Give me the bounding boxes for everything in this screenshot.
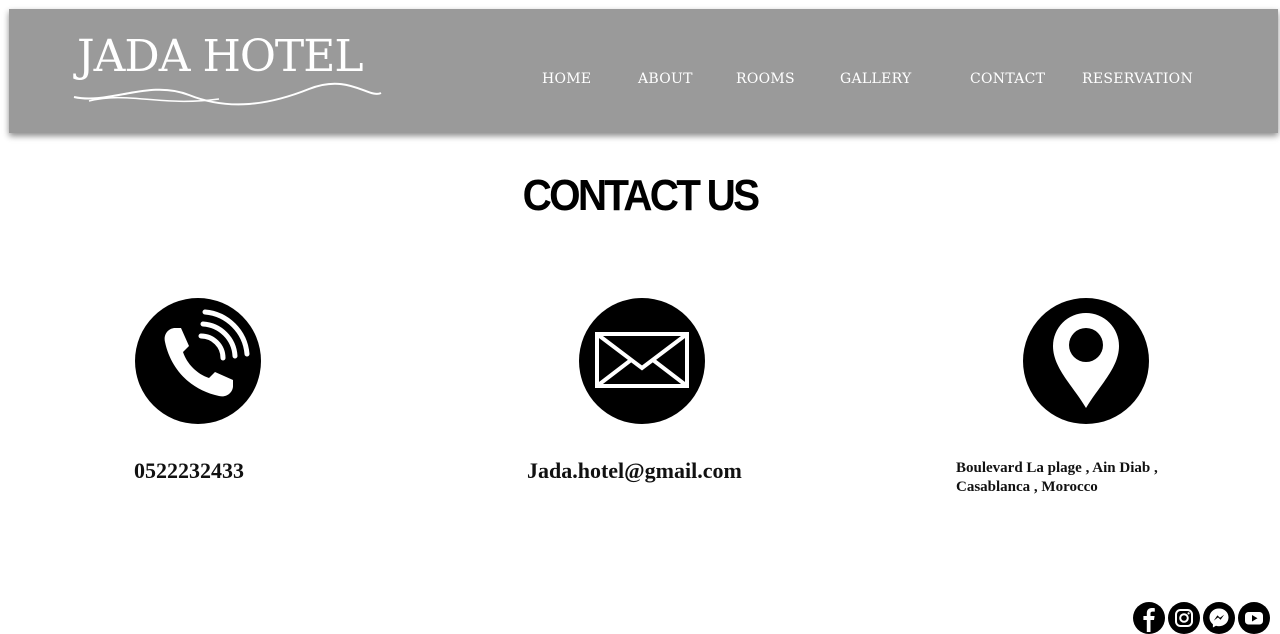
address: Boulevard La plage , Ain Diab , Casablan… <box>956 459 1256 497</box>
page-title: CONTACT US <box>522 171 761 220</box>
address-line-2: Casablanca , Morocco <box>956 479 1098 495</box>
phone-icon <box>135 298 261 424</box>
address-line-1: Boulevard La plage , Ain Diab , <box>956 460 1158 476</box>
logo-swash-decoration <box>73 82 382 106</box>
phone-number[interactable]: 0522232433 <box>134 458 244 484</box>
email-address[interactable]: Jada.hotel@gmail.com <box>527 458 742 484</box>
youtube-icon[interactable] <box>1238 602 1270 634</box>
nav-item-home[interactable]: HOME <box>542 71 591 87</box>
envelope-icon <box>579 298 705 424</box>
facebook-icon[interactable] <box>1133 602 1165 634</box>
page: JADA HOTEL HOME ABOUT ROOMS GALLERY CONT… <box>0 0 1280 634</box>
location-pin-icon <box>1023 298 1149 424</box>
nav-item-rooms[interactable]: ROOMS <box>736 71 795 87</box>
messenger-icon[interactable] <box>1203 602 1235 634</box>
nav-item-gallery[interactable]: GALLERY <box>840 71 912 87</box>
nav-item-about[interactable]: ABOUT <box>638 71 693 87</box>
instagram-icon[interactable] <box>1168 602 1200 634</box>
header-bar: JADA HOTEL HOME ABOUT ROOMS GALLERY CONT… <box>9 9 1278 133</box>
nav-item-contact[interactable]: CONTACT <box>970 71 1045 87</box>
nav-item-reservation[interactable]: RESERVATION <box>1082 71 1193 87</box>
